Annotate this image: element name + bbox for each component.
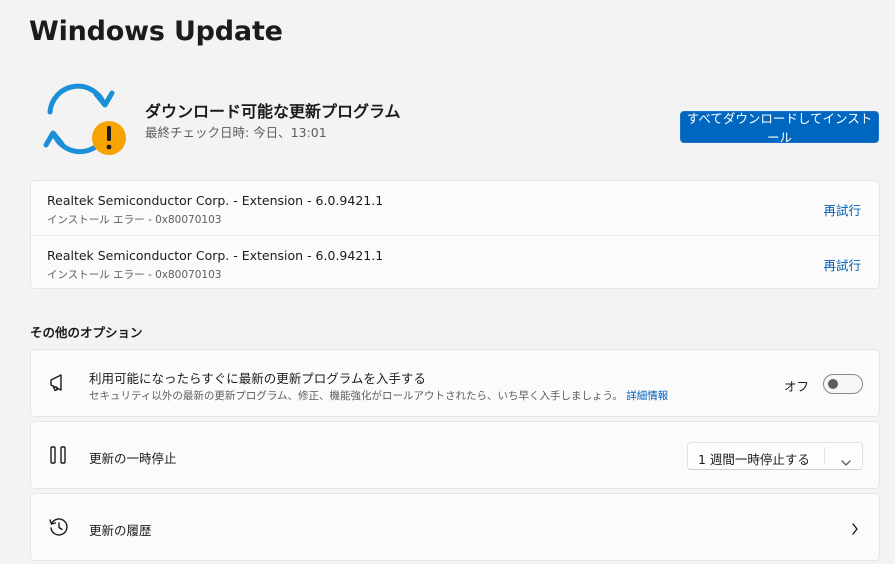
option-title: 利用可能になったらすぐに最新の更新プログラムを入手する bbox=[89, 371, 426, 386]
option-title: 更新の履歴 bbox=[89, 523, 152, 538]
update-error: インストール エラー - 0x80070103 bbox=[47, 269, 222, 281]
retry-button[interactable]: 再試行 bbox=[823, 200, 861, 219]
latest-updates-toggle[interactable] bbox=[823, 374, 863, 394]
page-title: Windows Update bbox=[29, 16, 283, 47]
last-checked-text: 最終チェック日時: 今日、13:01 bbox=[145, 125, 327, 140]
sync-warning-icon bbox=[38, 80, 130, 158]
status-title: ダウンロード可能な更新プログラム bbox=[145, 102, 401, 121]
update-error: インストール エラー - 0x80070103 bbox=[47, 214, 222, 226]
pause-updates-option: 更新の一時停止 1 週間一時停止する bbox=[30, 421, 880, 489]
history-icon bbox=[47, 515, 71, 539]
update-row: Realtek Semiconductor Corp. - Extension … bbox=[31, 235, 879, 289]
learn-more-link[interactable]: 詳細情報 bbox=[626, 390, 668, 402]
chevron-down-icon bbox=[840, 452, 852, 466]
install-all-button[interactable]: すべてダウンロードしてインストール bbox=[680, 111, 879, 145]
toggle-state-label: オフ bbox=[783, 379, 809, 394]
megaphone-icon bbox=[47, 371, 71, 395]
get-latest-updates-option: 利用可能になったらすぐに最新の更新プログラムを入手する セキュリティ以外の最新の… bbox=[30, 349, 880, 417]
option-description: セキュリティ以外の最新の更新プログラム、修正、機能強化がロールアウトされたら、い… bbox=[89, 388, 668, 403]
update-history-option[interactable]: 更新の履歴 bbox=[30, 493, 880, 561]
update-name: Realtek Semiconductor Corp. - Extension … bbox=[47, 193, 384, 208]
update-row: Realtek Semiconductor Corp. - Extension … bbox=[31, 181, 879, 235]
toggle-knob bbox=[828, 379, 838, 389]
chevron-right-icon[interactable] bbox=[851, 521, 859, 535]
option-title: 更新の一時停止 bbox=[89, 451, 177, 466]
pause-duration-value: 1 週間一時停止する bbox=[698, 452, 810, 467]
retry-button[interactable]: 再試行 bbox=[823, 255, 861, 274]
option-description-text: セキュリティ以外の最新の更新プログラム、修正、機能強化がロールアウトされたら、い… bbox=[89, 390, 623, 402]
pause-icon bbox=[47, 443, 71, 467]
pause-duration-dropdown[interactable]: 1 週間一時停止する bbox=[687, 442, 863, 470]
update-name: Realtek Semiconductor Corp. - Extension … bbox=[47, 248, 384, 263]
updates-list: Realtek Semiconductor Corp. - Extension … bbox=[30, 180, 880, 289]
section-label-other-options: その他のオプション bbox=[30, 325, 143, 340]
dropdown-divider bbox=[824, 447, 825, 465]
